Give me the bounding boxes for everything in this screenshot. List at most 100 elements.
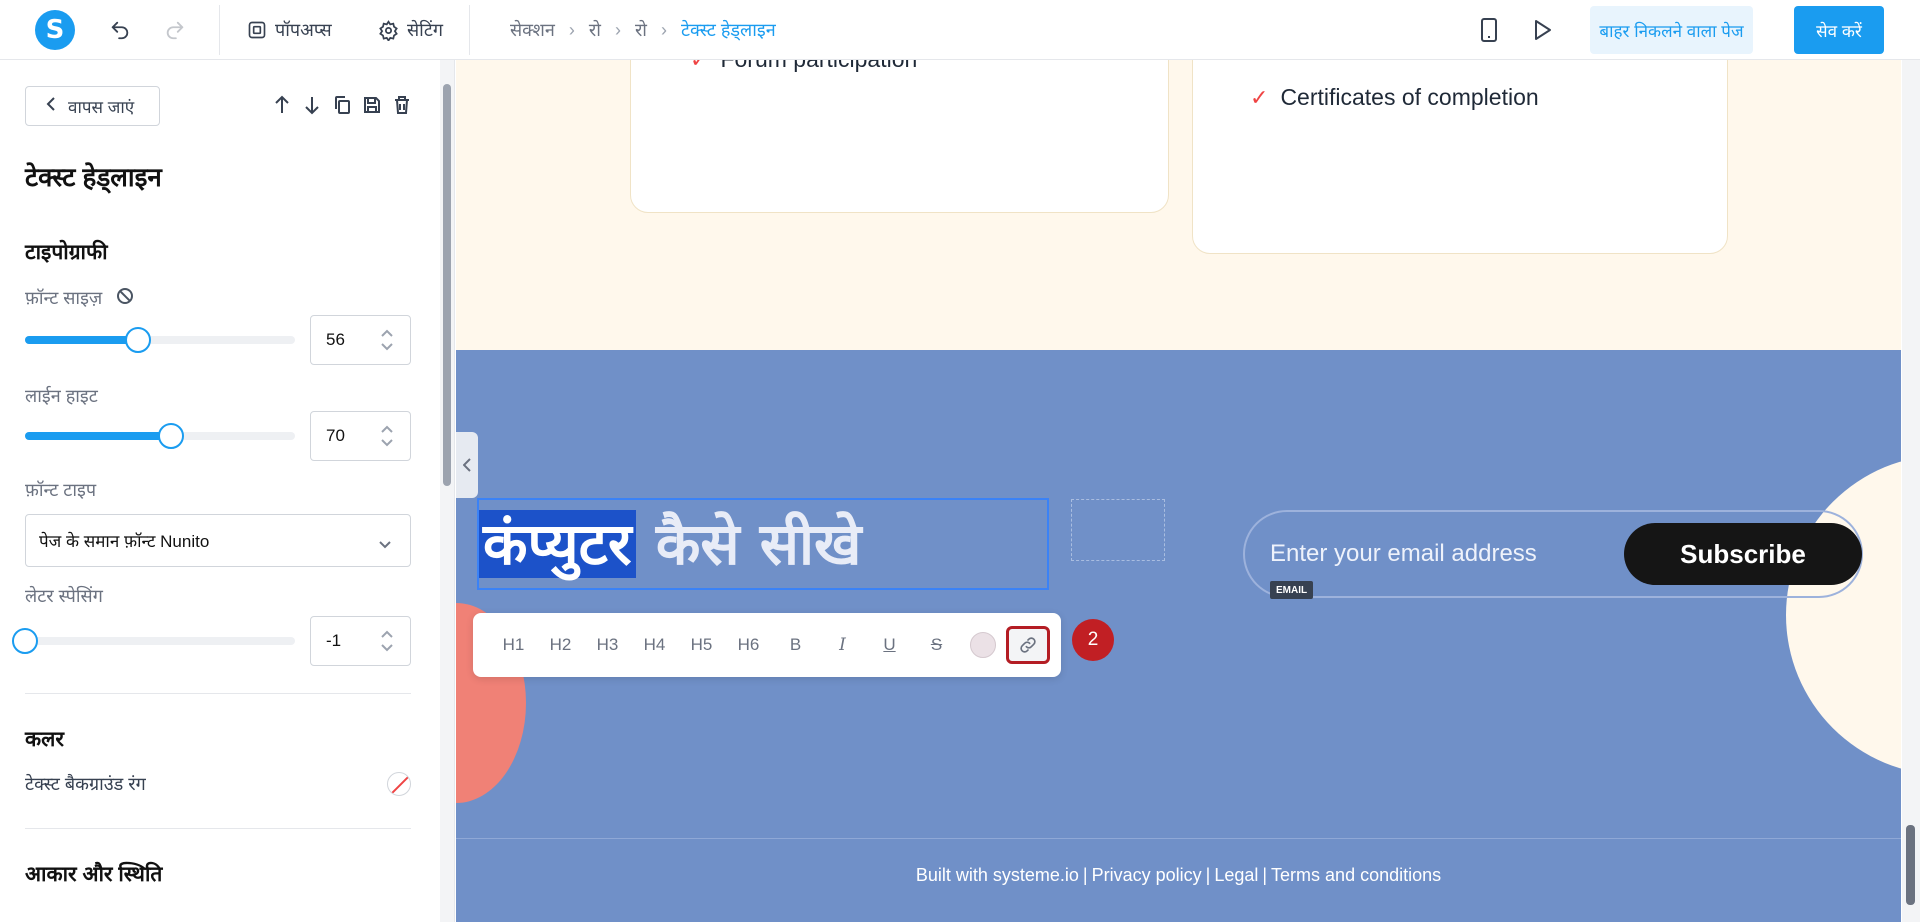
stepper-icon[interactable] xyxy=(380,328,394,357)
heading-4-button[interactable]: H4 xyxy=(631,625,678,665)
line-height-slider[interactable] xyxy=(25,423,295,449)
play-preview-icon[interactable] xyxy=(1528,15,1558,45)
exit-page-button[interactable]: बाहर निकलने वाला पेज xyxy=(1590,6,1753,54)
line-height-input[interactable]: 70 xyxy=(310,411,411,461)
footer-terms-link[interactable]: Terms and conditions xyxy=(1271,865,1441,885)
feature-card[interactable] xyxy=(630,60,1169,213)
letter-spacing-slider[interactable] xyxy=(12,628,295,654)
chevron-left-icon xyxy=(46,96,56,117)
stepper-icon[interactable] xyxy=(380,629,394,658)
list-item: ✓ Certificates of completion xyxy=(1250,84,1539,111)
copy-icon[interactable] xyxy=(332,94,352,116)
font-size-label: फ़ॉन्ट साइज़ xyxy=(25,286,134,310)
text-format-toolbar: H1 H2 H3 H4 H5 H6 B I U S xyxy=(473,613,1061,677)
chevron-right-icon: › xyxy=(568,19,575,40)
list-item: ✓ Forum participation xyxy=(690,60,917,73)
chevron-right-icon: › xyxy=(660,19,667,40)
letter-spacing-label-text: लेटर स्पेसिंग xyxy=(25,586,103,606)
letter-spacing-value: -1 xyxy=(326,631,342,650)
link-button[interactable] xyxy=(1006,626,1050,664)
gear-icon xyxy=(379,19,398,41)
footer-privacy-link[interactable]: Privacy policy xyxy=(1092,865,1202,885)
popups-button[interactable]: पॉपअप्स xyxy=(247,16,332,44)
top-bar: S पॉपअप्स सेटिंग सेक्शन › रो › रो › टेक्… xyxy=(0,0,1920,60)
heading-3-button[interactable]: H3 xyxy=(584,625,631,665)
check-icon: ✓ xyxy=(690,60,708,73)
settings-button[interactable]: सेटिंग xyxy=(378,16,443,44)
logo[interactable]: S xyxy=(35,10,75,50)
element-actions xyxy=(272,94,412,116)
footer-legal-link[interactable]: Legal xyxy=(1214,865,1258,885)
page-canvas: ✓ Forum participation ✓ Certificates of … xyxy=(456,60,1901,922)
bold-button[interactable]: B xyxy=(772,625,819,665)
slider-handle[interactable] xyxy=(12,628,38,654)
size-position-heading: आकार और स्थिति xyxy=(25,863,163,886)
headline-text[interactable]: कैसे सीखे xyxy=(656,510,862,578)
line-height-label: लाईन हाइट xyxy=(25,384,98,408)
font-type-label: फ़ॉन्ट टाइप xyxy=(25,478,96,502)
undo-icon[interactable] xyxy=(105,15,135,45)
trash-icon[interactable] xyxy=(392,94,412,116)
empty-column-placeholder[interactable] xyxy=(1071,499,1165,561)
toolbar-divider xyxy=(469,5,470,55)
back-button[interactable]: वापस जाएं xyxy=(25,86,160,126)
breadcrumb-item-row[interactable]: रो xyxy=(589,18,601,42)
letter-spacing-label: लेटर स्पेसिंग xyxy=(25,584,103,608)
footer-built-with-link[interactable]: Built with systeme.io xyxy=(916,865,1079,885)
canvas-scrollbar[interactable] xyxy=(1902,60,1920,922)
text-headline[interactable]: कंप्युटर कैसे सीखे xyxy=(477,498,1049,590)
selected-text[interactable]: कंप्युटर xyxy=(479,510,636,578)
breadcrumb-item-section[interactable]: सेक्शन xyxy=(510,18,555,42)
back-label: वापस जाएं xyxy=(68,97,135,117)
link-icon xyxy=(1020,637,1036,653)
underline-button[interactable]: U xyxy=(866,625,913,665)
breadcrumb-item-current: टेक्स्ट हेड्लाइन xyxy=(680,20,776,40)
settings-label: सेटिंग xyxy=(407,20,444,40)
check-icon: ✓ xyxy=(1250,84,1269,110)
color-heading: कलर xyxy=(25,728,64,751)
font-size-slider[interactable] xyxy=(25,327,295,353)
heading-5-button[interactable]: H5 xyxy=(678,625,725,665)
no-color-swatch-icon[interactable] xyxy=(387,772,411,796)
divider xyxy=(25,693,411,694)
email-input[interactable] xyxy=(1270,538,1600,570)
panel-scrollbar[interactable] xyxy=(440,60,454,922)
heading-1-button[interactable]: H1 xyxy=(490,625,537,665)
arrow-down-icon[interactable] xyxy=(302,94,322,116)
save-button[interactable]: सेव करें xyxy=(1794,6,1884,54)
chevron-down-icon xyxy=(378,535,392,555)
panel-title: टेक्स्ट हेड्लाइन xyxy=(25,162,162,192)
text-color-picker[interactable] xyxy=(970,632,996,658)
stepper-icon[interactable] xyxy=(380,424,394,453)
breadcrumb-item-row[interactable]: रो xyxy=(635,18,647,42)
reset-icon[interactable] xyxy=(116,287,134,310)
letter-spacing-input[interactable]: -1 xyxy=(310,616,411,666)
typography-heading: टाइपोग्राफी xyxy=(25,241,108,264)
divider xyxy=(25,828,411,829)
font-size-label-text: फ़ॉन्ट साइज़ xyxy=(25,288,103,308)
line-height-label-text: लाईन हाइट xyxy=(25,386,98,406)
collapse-panel-button[interactable] xyxy=(456,432,478,498)
popups-label: पॉपअप्स xyxy=(275,20,332,40)
breadcrumb: सेक्शन › रो › रो › टेक्स्ट हेड्लाइन xyxy=(510,18,776,42)
mobile-preview-icon[interactable] xyxy=(1474,15,1504,45)
font-size-input[interactable]: 56 xyxy=(310,315,411,365)
chevron-left-icon xyxy=(463,458,471,472)
slider-handle[interactable] xyxy=(125,327,152,353)
heading-6-button[interactable]: H6 xyxy=(725,625,772,665)
font-type-value: पेज के समान फ़ॉन्ट Nunito xyxy=(39,532,210,551)
arrow-up-icon[interactable] xyxy=(272,94,292,116)
scrollbar-thumb[interactable] xyxy=(1906,825,1915,905)
font-type-select[interactable]: पेज के समान फ़ॉन्ट Nunito xyxy=(25,514,411,567)
scrollbar-thumb[interactable] xyxy=(443,84,451,486)
italic-button[interactable]: I xyxy=(819,625,866,665)
redo-icon[interactable] xyxy=(160,15,190,45)
subscribe-button[interactable]: Subscribe xyxy=(1624,523,1862,585)
slider-handle[interactable] xyxy=(157,423,184,449)
strikethrough-button[interactable]: S xyxy=(913,625,960,665)
save-template-icon[interactable] xyxy=(362,94,382,116)
popup-icon xyxy=(248,21,266,39)
heading-2-button[interactable]: H2 xyxy=(537,625,584,665)
toolbar-divider xyxy=(219,5,220,55)
text-bg-color-row[interactable]: टेक्स्ट बैकग्राउंड रंग xyxy=(25,772,411,796)
